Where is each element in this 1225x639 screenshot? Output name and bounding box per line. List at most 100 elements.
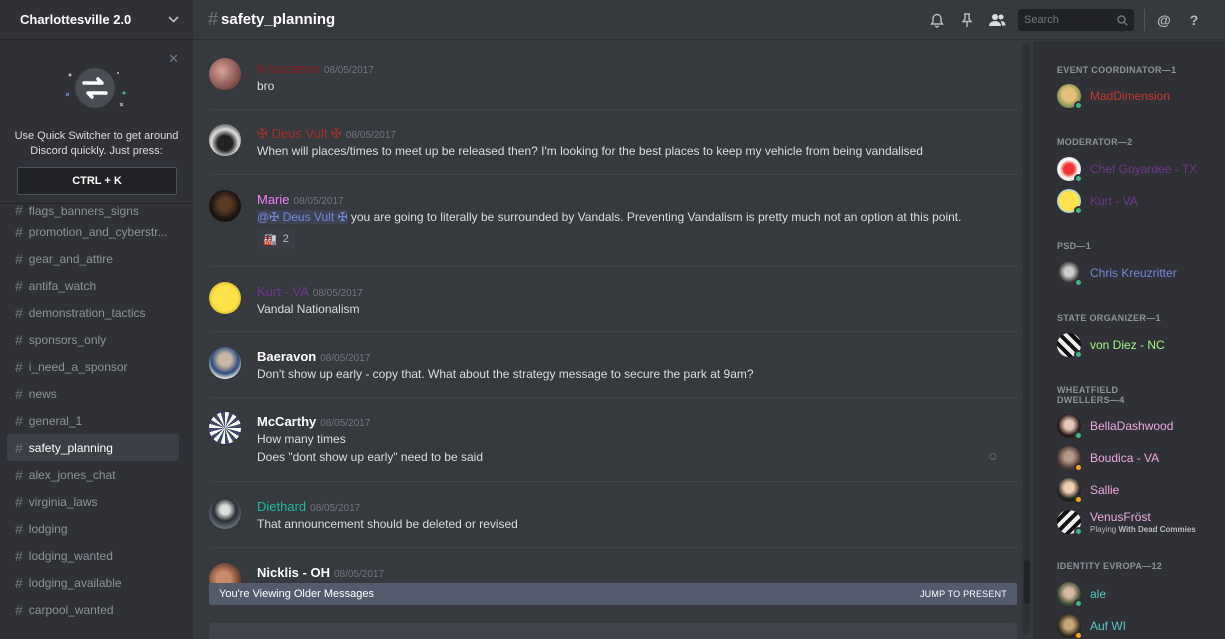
avatar[interactable] xyxy=(209,497,241,529)
member-item[interactable]: MadDimension xyxy=(1057,84,1170,110)
at-mention-icon[interactable]: @ xyxy=(1149,5,1179,35)
member-name: von Diez - NC xyxy=(1090,338,1165,352)
author-name[interactable]: Marie xyxy=(257,192,290,207)
avatar xyxy=(1057,478,1083,504)
member-item[interactable]: Chris Kreuzritter xyxy=(1057,261,1177,287)
status-dot xyxy=(1074,278,1083,287)
message: Marie 08/05/2017 @✠ Deus Vult ✠ you are g… xyxy=(209,176,1017,267)
timestamp: 08/05/2017 xyxy=(323,65,374,76)
role-header: PSD—1 xyxy=(1057,241,1092,251)
bell-icon[interactable] xyxy=(922,5,952,35)
avatar xyxy=(1057,582,1083,608)
member-item[interactable]: Kurt - VA xyxy=(1057,189,1138,215)
channel-item[interactable]: # demonstration_tactics xyxy=(7,299,179,326)
author-name[interactable]: Baeravon xyxy=(257,349,316,364)
members-icon[interactable] xyxy=(982,5,1012,35)
channel-item[interactable]: # lodging_wanted xyxy=(7,542,179,569)
channel-item[interactable]: # sponsors_only xyxy=(7,326,179,353)
scrollbar-thumb[interactable] xyxy=(1024,560,1030,604)
pin-icon[interactable] xyxy=(952,5,982,35)
member-item[interactable]: ale xyxy=(1057,582,1107,608)
shortcut-key: CTRL + K xyxy=(17,167,177,195)
search-input[interactable]: Search xyxy=(1018,9,1134,31)
jump-to-present-button[interactable]: JUMP TO PRESENT xyxy=(920,589,1007,599)
hash-icon: # xyxy=(15,358,23,375)
avatar[interactable] xyxy=(209,282,241,314)
avatar[interactable] xyxy=(209,190,241,222)
author-name[interactable]: ✠ Deus Vult ✠ xyxy=(257,126,342,142)
channel-item[interactable]: # general_1 xyxy=(7,407,179,434)
message: b-luccason 08/05/2017 bro xyxy=(209,47,1017,110)
member-item[interactable]: VenusFröst Playing With Dead Commies xyxy=(1057,510,1196,536)
message-text: bro xyxy=(257,79,275,93)
status-dot xyxy=(1074,495,1083,504)
search-icon xyxy=(1117,14,1128,26)
member-item[interactable]: Chef Goyardee - TX xyxy=(1057,157,1198,183)
scrollbar-track[interactable] xyxy=(1022,44,1030,634)
role-header: STATE ORGANIZER—1 xyxy=(1057,313,1161,323)
member-name-text: VenusFröst xyxy=(1090,510,1151,524)
close-icon[interactable]: ✕ xyxy=(168,51,179,67)
channel-item[interactable]: # lodging_available xyxy=(7,569,179,596)
avatar xyxy=(1057,261,1083,287)
timestamp: 08/05/2017 xyxy=(333,569,385,580)
channel-item[interactable]: # carpool_wanted xyxy=(7,596,179,623)
avatar[interactable] xyxy=(209,347,241,379)
member-name: Chef Goyardee - TX xyxy=(1090,162,1198,176)
author-name[interactable]: McCarthy xyxy=(257,414,316,429)
avatar xyxy=(1057,333,1083,359)
channel-label: news xyxy=(28,386,57,401)
avatar xyxy=(1057,189,1083,215)
channel-item-active[interactable]: # safety_planning xyxy=(7,434,179,461)
status-dot xyxy=(1074,631,1083,639)
help-icon[interactable]: ? xyxy=(1179,5,1209,35)
member-name: ale xyxy=(1090,587,1107,601)
author-name[interactable]: b-luccason xyxy=(257,61,320,76)
message-input[interactable] xyxy=(209,623,1017,639)
author-name[interactable]: Nicklis - OH xyxy=(257,565,330,580)
member-item[interactable]: BellaDashwood xyxy=(1057,414,1173,440)
channel-header: # safety_planning Search @ ? xyxy=(193,0,1225,40)
channel-label: safety_planning xyxy=(28,440,113,455)
channel-item[interactable]: # gear_and_attire xyxy=(7,245,179,272)
chevron-down-icon xyxy=(168,14,179,26)
hash-icon: # xyxy=(15,385,23,402)
member-list: EVENT COORDINATOR—1 MadDimension MODERAT… xyxy=(1033,41,1225,639)
quick-switcher-popup: ✕ Use Quick Switcher to get around Disco… xyxy=(0,41,193,204)
author-name[interactable]: Kurt - VA xyxy=(257,284,309,299)
avatar[interactable] xyxy=(209,58,241,90)
reaction[interactable]: 🏭 2 xyxy=(257,229,295,249)
channel-item[interactable]: # flags_banners_signs xyxy=(7,204,179,218)
channel-item[interactable]: # antifa_watch xyxy=(7,272,179,299)
channel-label: flags_banners_signs xyxy=(28,204,139,218)
hash-icon: # xyxy=(208,9,219,29)
avatar[interactable] xyxy=(209,412,241,444)
channel-item[interactable]: # alex_jones_chat xyxy=(7,461,179,488)
message: Kurt - VA 08/05/2017 Vandal Nationalism xyxy=(209,268,1017,332)
guild-name: Charlottesville 2.0 xyxy=(20,12,132,27)
member-item[interactable]: Boudica - VA xyxy=(1057,446,1159,472)
status-dot xyxy=(1074,431,1083,440)
quick-switcher-text: Use Quick Switcher to get around Discord… xyxy=(14,130,179,157)
channel-item[interactable]: # virginia_laws xyxy=(7,488,179,515)
channel-label: lodging xyxy=(28,521,68,536)
channel-item[interactable]: # news xyxy=(7,380,179,407)
member-name: Auf WI xyxy=(1090,619,1127,633)
member-item[interactable]: von Diez - NC xyxy=(1057,333,1165,359)
channel-item[interactable]: # lodging xyxy=(7,515,179,542)
search-placeholder: Search xyxy=(1024,14,1059,26)
user-mention[interactable]: @✠ Deus Vult ✠ xyxy=(257,210,348,224)
author-name[interactable]: Diethard xyxy=(257,499,306,514)
avatar[interactable] xyxy=(209,124,241,156)
status-dot xyxy=(1074,206,1083,215)
message: ✠ Deus Vult ✠ 08/05/2017 When will places… xyxy=(209,111,1017,175)
guild-header[interactable]: Charlottesville 2.0 xyxy=(0,0,193,40)
message-text: How many times xyxy=(257,432,346,446)
add-reaction-icon[interactable]: ☺ xyxy=(987,449,999,463)
channel-item[interactable]: # i_need_a_sponsor xyxy=(7,353,179,380)
member-item[interactable]: Auf WI xyxy=(1057,614,1127,639)
message-text: That announcement should be deleted or r… xyxy=(257,517,518,531)
member-item[interactable]: Sallie xyxy=(1057,478,1119,504)
channel-item[interactable]: # promotion_and_cyberstr... xyxy=(7,218,179,245)
channel-label: virginia_laws xyxy=(28,494,98,509)
